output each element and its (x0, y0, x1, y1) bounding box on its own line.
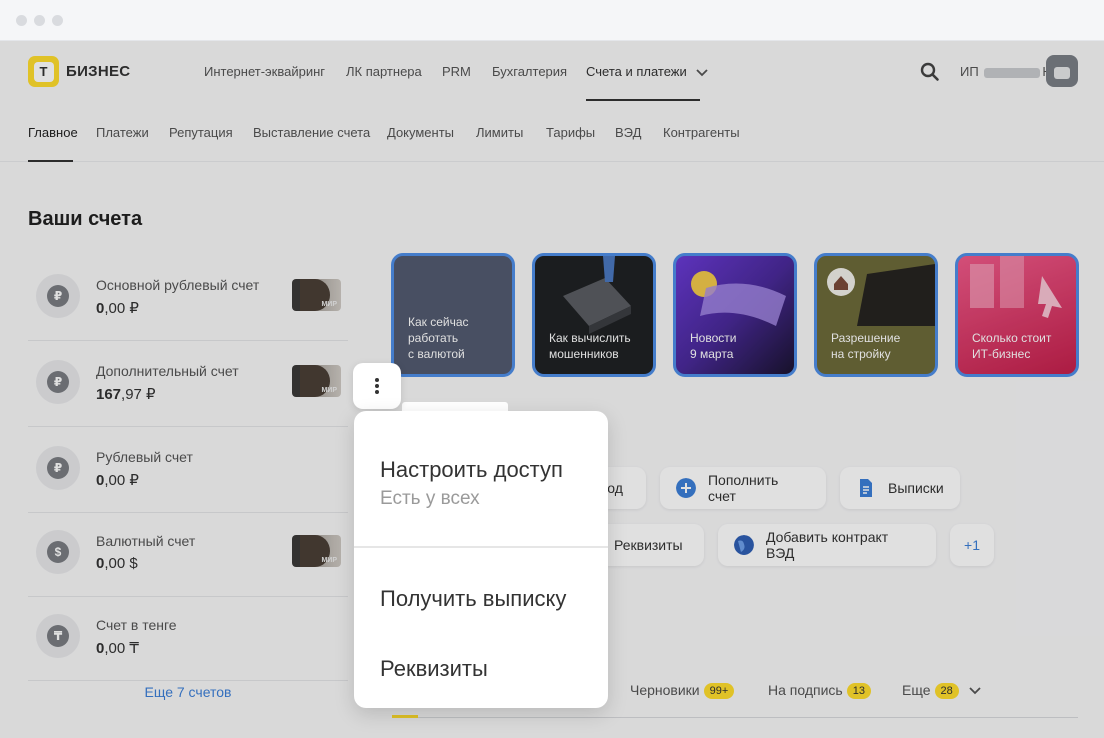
menu-item-requisites[interactable]: Реквизиты (380, 656, 488, 682)
more-vertical-icon (375, 376, 379, 396)
window-minimize-icon[interactable] (34, 15, 45, 26)
app: Т БИЗНЕС Интернет-эквайринг ЛК партнера … (0, 41, 1104, 738)
menu-item-access-hint: Есть у всех (380, 488, 480, 509)
window-titlebar (0, 0, 1104, 41)
kebab-menu-button[interactable] (353, 363, 401, 409)
window-close-icon[interactable] (16, 15, 27, 26)
context-menu: Настроить доступ Есть у всех Получить вы… (354, 411, 608, 708)
window-maximize-icon[interactable] (52, 15, 63, 26)
menu-item-access[interactable]: Настроить доступ (380, 457, 563, 483)
menu-item-get-statement[interactable]: Получить выписку (380, 586, 566, 612)
menu-divider (354, 546, 608, 548)
